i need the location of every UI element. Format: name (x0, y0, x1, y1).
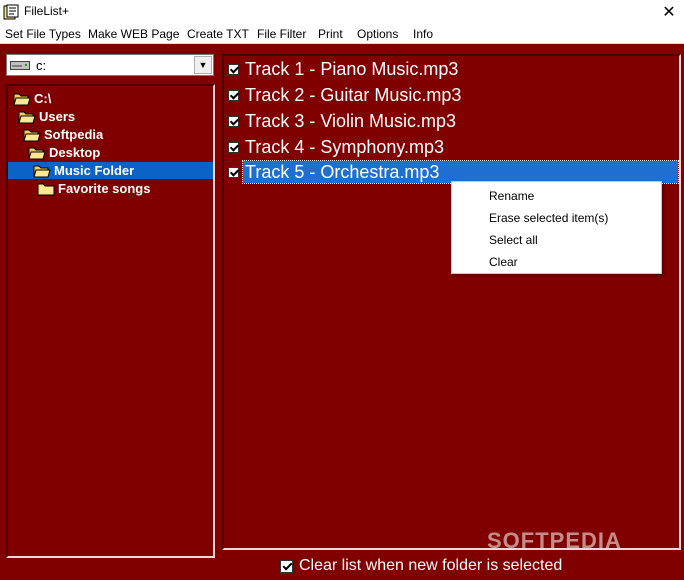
app-icon (3, 4, 19, 20)
tree-node-label: Music Folder (54, 163, 135, 178)
tree-node-label: C:\ (34, 91, 52, 106)
tree-node-label: Softpedia (44, 127, 104, 142)
folder-icon (37, 183, 55, 195)
file-row[interactable]: Track 4 - Symphony.mp3 (226, 135, 678, 159)
tree-node-music-folder[interactable]: Music Folder (8, 162, 213, 179)
context-clear[interactable]: Clear (489, 255, 518, 269)
menu-set-file-types[interactable]: Set File Types (5, 27, 81, 41)
watermark: SOFTPEDIA (487, 528, 622, 553)
tree-node-favorite-songs[interactable]: Favorite songs (37, 180, 150, 197)
open-folder-icon (23, 129, 41, 141)
checkbox-icon[interactable] (228, 89, 239, 101)
context-rename[interactable]: Rename (489, 189, 534, 203)
file-row[interactable]: Track 2 - Guitar Music.mp3 (226, 83, 678, 107)
file-list[interactable]: Track 1 - Piano Music.mp3 Track 2 - Guit… (222, 54, 681, 550)
window-title: FileList+ (24, 4, 70, 18)
drive-select[interactable]: c: ▼ (6, 54, 214, 76)
context-erase-selected[interactable]: Erase selected item(s) (489, 211, 608, 225)
menu-file-filter[interactable]: File Filter (257, 27, 306, 41)
tree-node-desktop[interactable]: Desktop (28, 144, 100, 161)
checkbox-icon[interactable] (280, 559, 293, 573)
menu-create-txt[interactable]: Create TXT (187, 27, 249, 41)
tree-node-label: Users (39, 109, 76, 124)
file-name: Track 5 - Orchestra.mp3 (242, 160, 679, 184)
tree-node-label: Favorite songs (58, 181, 151, 196)
file-name: Track 2 - Guitar Music.mp3 (245, 85, 462, 105)
menu-bar: Set File Types Make WEB Page Create TXT … (0, 24, 684, 44)
context-menu: Rename Erase selected item(s) Select all… (451, 181, 662, 274)
drive-icon (10, 61, 30, 70)
drive-value: c: (36, 58, 47, 73)
menu-print[interactable]: Print (318, 27, 343, 41)
tree-node-c-drive[interactable]: C:\ (13, 90, 51, 107)
tree-node-softpedia[interactable]: Softpedia (23, 126, 103, 143)
checkbox-icon[interactable] (228, 166, 239, 178)
title-bar: FileList+ ✕ (0, 0, 684, 24)
open-folder-icon (18, 111, 36, 123)
file-row[interactable]: Track 1 - Piano Music.mp3 (226, 57, 678, 81)
open-folder-icon (33, 165, 51, 177)
file-name: Track 1 - Piano Music.mp3 (245, 59, 459, 79)
open-folder-icon (28, 147, 46, 159)
dropdown-arrow-icon[interactable]: ▼ (194, 56, 212, 74)
tree-node-users[interactable]: Users (18, 108, 75, 125)
folder-tree[interactable]: C:\ Users Softpedia Desktop Music Folder (6, 84, 215, 558)
menu-info[interactable]: Info (413, 27, 433, 41)
checkbox-icon[interactable] (228, 115, 239, 127)
checkbox-icon[interactable] (228, 63, 239, 75)
close-icon: ✕ (662, 4, 676, 21)
close-button[interactable]: ✕ (654, 0, 684, 24)
file-name: Track 4 - Symphony.mp3 (245, 137, 445, 157)
menu-make-web-page[interactable]: Make WEB Page (88, 27, 179, 41)
open-folder-icon (13, 93, 31, 105)
file-row[interactable]: Track 3 - Violin Music.mp3 (226, 109, 678, 133)
checkbox-icon[interactable] (228, 141, 239, 153)
clear-list-option[interactable]: Clear list when new folder is selected (278, 556, 562, 576)
context-select-all[interactable]: Select all (489, 233, 538, 247)
tree-node-label: Desktop (49, 145, 101, 160)
clear-list-label: Clear list when new folder is selected (299, 557, 563, 574)
file-name: Track 3 - Violin Music.mp3 (245, 111, 457, 131)
menu-options[interactable]: Options (357, 27, 398, 41)
